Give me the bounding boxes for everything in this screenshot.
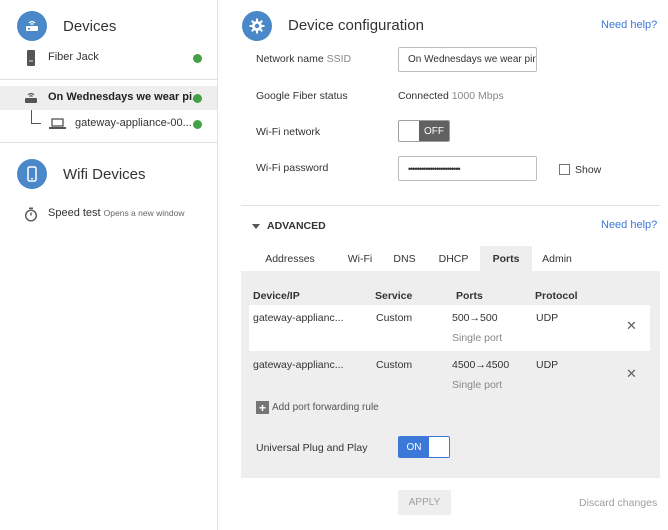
cell-protocol: UDP [536,359,559,371]
tab-admin[interactable]: Admin [532,246,582,271]
cell-protocol: UDP [536,312,559,324]
ports-panel: Device/IP Service Ports Protocol gateway… [241,271,660,478]
tab-ports[interactable]: Ports [480,246,532,271]
toggle-knob [429,437,449,457]
wifi-devices-header: Wifi Devices [17,159,146,189]
close-icon[interactable]: ✕ [626,318,637,334]
page-title: Device configuration [288,17,424,34]
column-header-protocol: Protocol [535,290,578,302]
sidebar: Devices Fiber Jack On Wednesdays we wear… [0,0,218,530]
tab-addresses[interactable]: Addresses [242,246,338,271]
upnp-toggle[interactable]: ON [398,436,450,458]
advanced-toggle[interactable]: ADVANCED [252,220,326,232]
divider [0,79,217,80]
table-row[interactable]: gateway-applianc... Custom 4500→4500 Sin… [249,351,650,397]
table-row[interactable]: gateway-applianc... Custom 500→500 Singl… [249,305,650,351]
column-header-device: Device/IP [253,290,300,302]
sidebar-item-label: gateway-appliance-00... [75,117,192,129]
phone-icon [17,159,47,189]
divider [0,142,217,143]
wifi-network-label: Wi-Fi network [256,126,321,138]
cell-ports-sub: Single port [452,332,503,344]
router-icon [22,90,40,106]
speed-test-label: Speed test [48,207,101,219]
cell-ports: 500→500 [452,312,498,324]
tab-dns[interactable]: DNS [382,246,427,271]
fiber-jack-icon [22,50,40,66]
add-port-rule-label: Add port forwarding rule [272,402,379,413]
online-status-dot [193,120,202,129]
main-panel: Device configuration Need help? Network … [219,0,668,530]
cell-device: gateway-applianc... [253,359,344,371]
fiber-status-label: Google Fiber status [256,90,348,102]
column-header-ports: Ports [456,290,483,302]
cell-ports: 4500→4500 [452,359,510,371]
stopwatch-icon [22,206,40,222]
divider [241,205,660,206]
online-status-dot [193,94,202,103]
caret-down-icon [252,223,260,229]
tree-connector [31,110,41,124]
show-password-label: Show [575,164,602,176]
sidebar-item-speed-test[interactable]: Speed test Opens a new window [0,202,217,226]
advanced-title: ADVANCED [267,220,326,232]
devices-header: Devices [17,11,116,41]
help-link[interactable]: Need help? [601,19,657,31]
discard-changes-link[interactable]: Discard changes [579,497,657,509]
column-header-service: Service [375,290,413,302]
wifi-password-label: Wi-Fi password [256,162,329,174]
ssid-label-sub: SSID [326,53,352,65]
toggle-knob [399,121,419,141]
speed-test-note: Opens a new window [103,208,185,218]
sidebar-item-label: Speed test Opens a new window [48,207,184,219]
sidebar-item-label: Fiber Jack [48,51,99,63]
router-icon [17,11,47,41]
tab-dhcp[interactable]: DHCP [427,246,480,271]
plus-icon: + [256,401,269,414]
online-status-dot [193,54,202,63]
sidebar-item-fiber-jack[interactable]: Fiber Jack [0,46,217,70]
sidebar-item-network[interactable]: On Wednesdays we wear pi... [0,86,217,110]
advanced-help-link[interactable]: Need help? [601,219,657,231]
wifi-devices-title: Wifi Devices [63,165,146,183]
devices-title: Devices [63,17,117,35]
status-text: Connected [398,90,449,102]
apply-button[interactable]: APPLY [398,490,451,515]
wifi-password-input[interactable]: •••••••••••••••••••••••• [398,156,537,181]
toggle-state: ON [399,437,429,457]
cell-service: Custom [376,359,413,371]
ssid-label-text: Network name [256,53,324,65]
ssid-label: Network name SSID [256,53,351,65]
toggle-state: OFF [419,121,449,141]
fiber-status-value: Connected 1000 Mbps [398,90,504,102]
laptop-icon [48,116,66,132]
upnp-label: Universal Plug and Play [256,442,368,454]
sidebar-item-label: On Wednesdays we wear pi... [48,91,202,103]
show-password-checkbox[interactable] [559,164,570,175]
sidebar-item-gateway[interactable]: gateway-appliance-00... [0,110,217,136]
wifi-network-toggle[interactable]: OFF [398,120,450,142]
cell-service: Custom [376,312,413,324]
cell-ports-sub: Single port [452,379,503,391]
cell-device: gateway-applianc... [253,312,344,324]
close-icon[interactable]: ✕ [626,366,637,382]
ssid-input[interactable]: On Wednesdays we wear pir [398,47,537,72]
gear-icon [242,11,272,41]
tab-wifi[interactable]: Wi-Fi [338,246,382,271]
status-speed: 1000 Mbps [451,90,504,102]
add-port-rule-button[interactable]: + Add port forwarding rule [256,401,379,414]
